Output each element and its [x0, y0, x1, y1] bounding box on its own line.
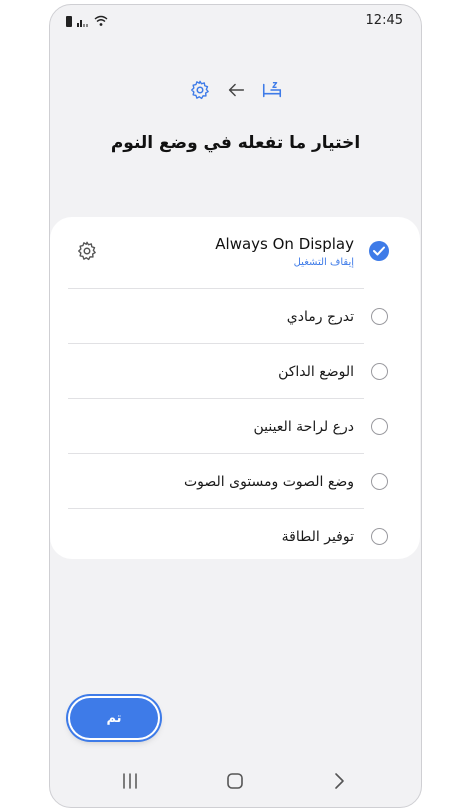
option-label: توفير الطاقة [281, 528, 354, 545]
home-icon[interactable] [226, 771, 244, 791]
option-label: درع لراحة العينين [253, 418, 354, 435]
option-dark-mode[interactable]: الوضع الداكن [68, 344, 402, 399]
header-icons [50, 79, 421, 101]
options-card: Always On Display إيقاف التشغيل تدرج رما… [50, 217, 420, 559]
option-label: تدرج رمادي [286, 308, 354, 325]
option-label: Always On Display [215, 235, 354, 253]
checkbox-checked[interactable] [369, 241, 389, 261]
radio-button[interactable] [371, 418, 388, 435]
option-sublabel: إيقاف التشغيل [293, 257, 354, 268]
status-time: 12:45 [365, 13, 403, 28]
option-always-on-display[interactable]: Always On Display إيقاف التشغيل [68, 217, 402, 289]
gear-icon[interactable] [76, 240, 98, 262]
signal-icon [77, 19, 88, 27]
recents-icon[interactable] [122, 771, 138, 791]
option-sound-mode-volume[interactable]: وضع الصوت ومستوى الصوت [68, 454, 402, 509]
page-title: اختيار ما تفعله في وضع النوم [110, 133, 361, 153]
navigation-bar [50, 771, 421, 795]
check-icon [373, 246, 385, 256]
status-icons [66, 15, 108, 27]
option-label: الوضع الداكن [278, 363, 354, 380]
settings-icon[interactable] [189, 79, 211, 101]
option-label: وضع الصوت ومستوى الصوت [183, 473, 354, 490]
wifi-icon [94, 15, 108, 26]
radio-button[interactable] [371, 473, 388, 490]
done-button[interactable]: تم [70, 698, 158, 738]
nav-back-icon[interactable] [332, 771, 346, 791]
phone-screen: 12:45 اختيار ما تفعله في وضع النوم Alway… [49, 4, 422, 808]
bed-icon [262, 81, 281, 98]
option-eye-comfort-shield[interactable]: درع لراحة العينين [68, 399, 402, 454]
option-grayscale[interactable]: تدرج رمادي [68, 289, 402, 344]
option-power-saving[interactable]: توفير الطاقة [68, 509, 402, 564]
back-arrow-icon[interactable] [225, 79, 247, 101]
radio-button[interactable] [371, 308, 388, 325]
battery-icon [66, 15, 72, 27]
status-bar: 12:45 [66, 13, 403, 31]
radio-button[interactable] [371, 363, 388, 380]
radio-button[interactable] [371, 528, 388, 545]
